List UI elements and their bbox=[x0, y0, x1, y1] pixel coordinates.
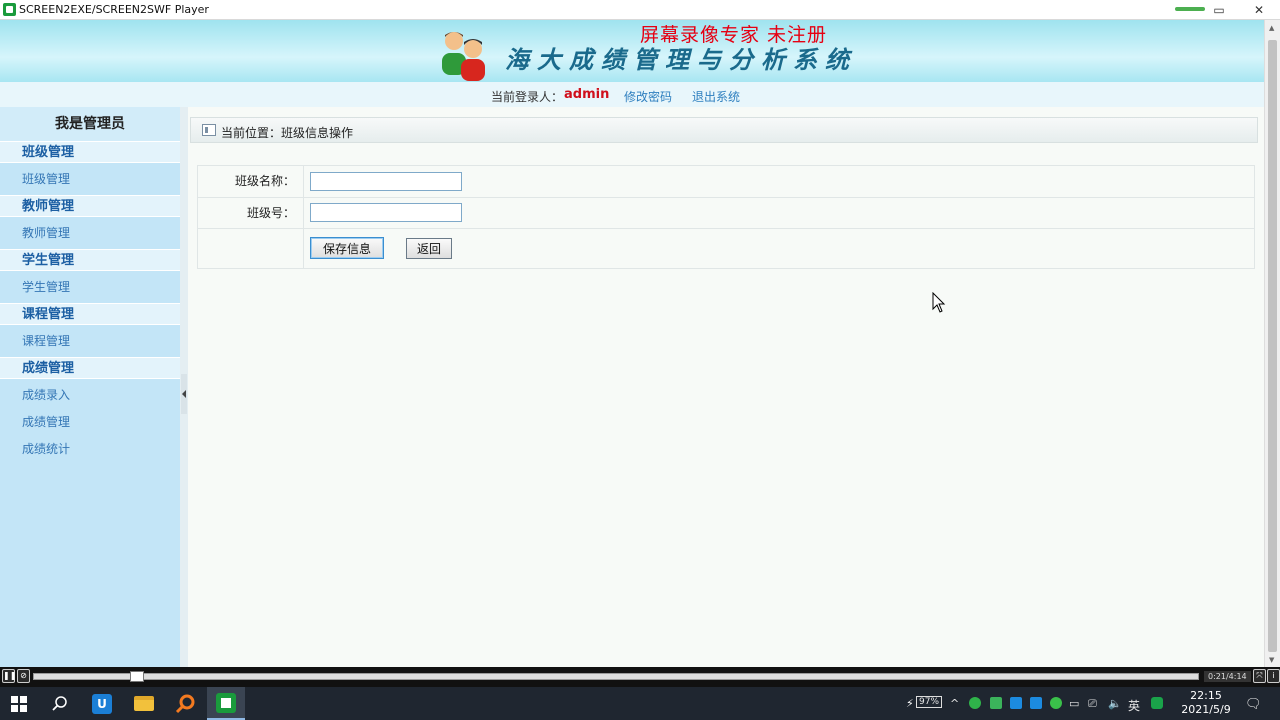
vertical-scrollbar[interactable]: ▲ ▼ bbox=[1264, 20, 1280, 667]
sidebar: 我是管理员 班级管理 班级管理 教师管理 教师管理 学生管理 学生管理 课程管理… bbox=[0, 107, 180, 667]
close-button[interactable]: ✕ bbox=[1245, 1, 1273, 19]
tray-app-icon[interactable] bbox=[969, 697, 981, 709]
file-explorer-icon[interactable] bbox=[125, 687, 163, 720]
window-titlebar: SCREEN2EXE/SCREEN2SWF Player ▭ ✕ bbox=[0, 0, 1280, 20]
network-icon[interactable]: ⎚ bbox=[1088, 697, 1097, 711]
ime-indicator[interactable]: 英 bbox=[1128, 697, 1140, 714]
tray-app4-icon[interactable] bbox=[1030, 697, 1042, 709]
form-row-class-name: 班级名称： bbox=[198, 166, 1254, 198]
sidebar-item-score-manage[interactable]: 成绩管理 bbox=[0, 409, 180, 436]
window-indicator bbox=[1175, 7, 1205, 11]
player-controls: ❚❚ ⊘ 0:21/4:14 ⤧ i bbox=[0, 667, 1280, 687]
class-no-label: 班级号： bbox=[198, 198, 304, 228]
breadcrumb-text: 当前位置：班级信息操作 bbox=[221, 126, 354, 140]
sidebar-group-course[interactable]: 课程管理 bbox=[0, 303, 180, 325]
sidebar-group-student[interactable]: 学生管理 bbox=[0, 249, 180, 271]
users-logo-icon bbox=[442, 32, 485, 81]
scroll-up-icon[interactable]: ▲ bbox=[1269, 24, 1274, 32]
battery-indicator[interactable]: 97% bbox=[916, 696, 943, 708]
window-title: SCREEN2EXE/SCREEN2SWF Player bbox=[19, 3, 209, 16]
show-hidden-icon[interactable]: ^ bbox=[950, 697, 959, 710]
sidebar-group-teacher[interactable]: 教师管理 bbox=[0, 195, 180, 217]
class-name-label: 班级名称： bbox=[198, 166, 304, 197]
sidebar-group-score[interactable]: 成绩管理 bbox=[0, 357, 180, 379]
sidebar-title: 我是管理员 bbox=[0, 107, 180, 141]
power-icon: ⚡ bbox=[906, 697, 914, 710]
sogou-icon[interactable] bbox=[1151, 697, 1163, 709]
user-bar: 当前登录人： admin 修改密码 退出系统 bbox=[0, 82, 1264, 107]
player-app-icon[interactable] bbox=[207, 687, 245, 720]
mouse-cursor-icon bbox=[932, 292, 946, 313]
form-row-class-no: 班级号： bbox=[198, 198, 1254, 229]
class-form: 班级名称： 班级号： 保存信息 返回 bbox=[197, 165, 1255, 269]
breadcrumb: 当前位置：班级信息操作 bbox=[190, 117, 1258, 143]
logout-link[interactable]: 退出系统 bbox=[692, 88, 740, 105]
login-label: 当前登录人： bbox=[491, 90, 564, 104]
sidebar-item-course-manage[interactable]: 课程管理 bbox=[0, 325, 180, 357]
sidebar-item-teacher-manage[interactable]: 教师管理 bbox=[0, 217, 180, 249]
search-app-icon[interactable] bbox=[166, 687, 204, 720]
sidebar-item-class-manage[interactable]: 班级管理 bbox=[0, 163, 180, 195]
page-viewport: 屏幕录像专家 未注册 海大成绩管理与分析系统 当前登录人： admin 修改密码… bbox=[0, 20, 1264, 667]
back-button[interactable]: 返回 bbox=[406, 238, 453, 259]
scrollbar-thumb[interactable] bbox=[1268, 40, 1277, 652]
form-row-actions: 保存信息 返回 bbox=[198, 229, 1254, 269]
system-title: 海大成绩管理与分析系统 bbox=[505, 45, 857, 74]
tray-app3-icon[interactable] bbox=[1010, 697, 1022, 709]
windows-start-icon[interactable] bbox=[0, 687, 38, 720]
sidebar-item-student-manage[interactable]: 学生管理 bbox=[0, 271, 180, 303]
progress-knob[interactable] bbox=[129, 671, 144, 682]
main-content: 当前位置：班级信息操作 班级名称： 班级号： 保存信息 返回 bbox=[188, 107, 1264, 667]
usb-icon[interactable]: ▭ bbox=[1069, 697, 1079, 710]
search-icon[interactable] bbox=[41, 687, 79, 720]
notification-icon[interactable]: 🗨 bbox=[1245, 697, 1262, 712]
location-icon bbox=[202, 124, 216, 136]
clock[interactable]: 22:15 2021/5/9 bbox=[1176, 689, 1236, 717]
sidebar-splitter[interactable] bbox=[180, 107, 188, 667]
os-taskbar: U ⚡ 97% ^ ▭ ⎚ 🔈 英 22:15 2021/5/9 🗨 bbox=[0, 687, 1280, 720]
app-icon bbox=[3, 3, 16, 16]
header-banner: 屏幕录像专家 未注册 海大成绩管理与分析系统 bbox=[0, 20, 1264, 82]
change-password-link[interactable]: 修改密码 bbox=[624, 88, 672, 105]
store-app-icon[interactable]: U bbox=[83, 687, 121, 720]
fullscreen-icon[interactable]: ⤧ bbox=[1253, 669, 1266, 683]
volume-icon[interactable]: 🔈 bbox=[1108, 697, 1122, 710]
scroll-down-icon[interactable]: ▼ bbox=[1269, 656, 1274, 664]
clock-date: 2021/5/9 bbox=[1181, 703, 1231, 716]
sidebar-item-score-stats[interactable]: 成绩统计 bbox=[0, 436, 180, 463]
clock-time: 22:15 bbox=[1190, 689, 1222, 702]
pause-icon[interactable]: ❚❚ bbox=[2, 669, 16, 683]
restore-button[interactable]: ▭ bbox=[1205, 1, 1233, 19]
player-time: 0:21/4:14 bbox=[1204, 671, 1251, 682]
save-button[interactable]: 保存信息 bbox=[310, 237, 385, 259]
collapse-arrow-icon[interactable] bbox=[181, 374, 187, 414]
login-user: admin bbox=[564, 87, 610, 102]
sidebar-item-score-entry[interactable]: 成绩录入 bbox=[0, 382, 180, 409]
sidebar-group-class[interactable]: 班级管理 bbox=[0, 141, 180, 163]
info-icon[interactable]: i bbox=[1267, 669, 1280, 683]
class-no-input[interactable] bbox=[310, 203, 462, 222]
stop-icon[interactable]: ⊘ bbox=[17, 669, 30, 683]
wechat-icon[interactable] bbox=[1050, 697, 1062, 709]
tray-app2-icon[interactable] bbox=[990, 697, 1002, 709]
class-name-input[interactable] bbox=[310, 172, 462, 191]
actions-label-cell bbox=[198, 229, 304, 269]
progress-track[interactable] bbox=[33, 673, 1199, 680]
